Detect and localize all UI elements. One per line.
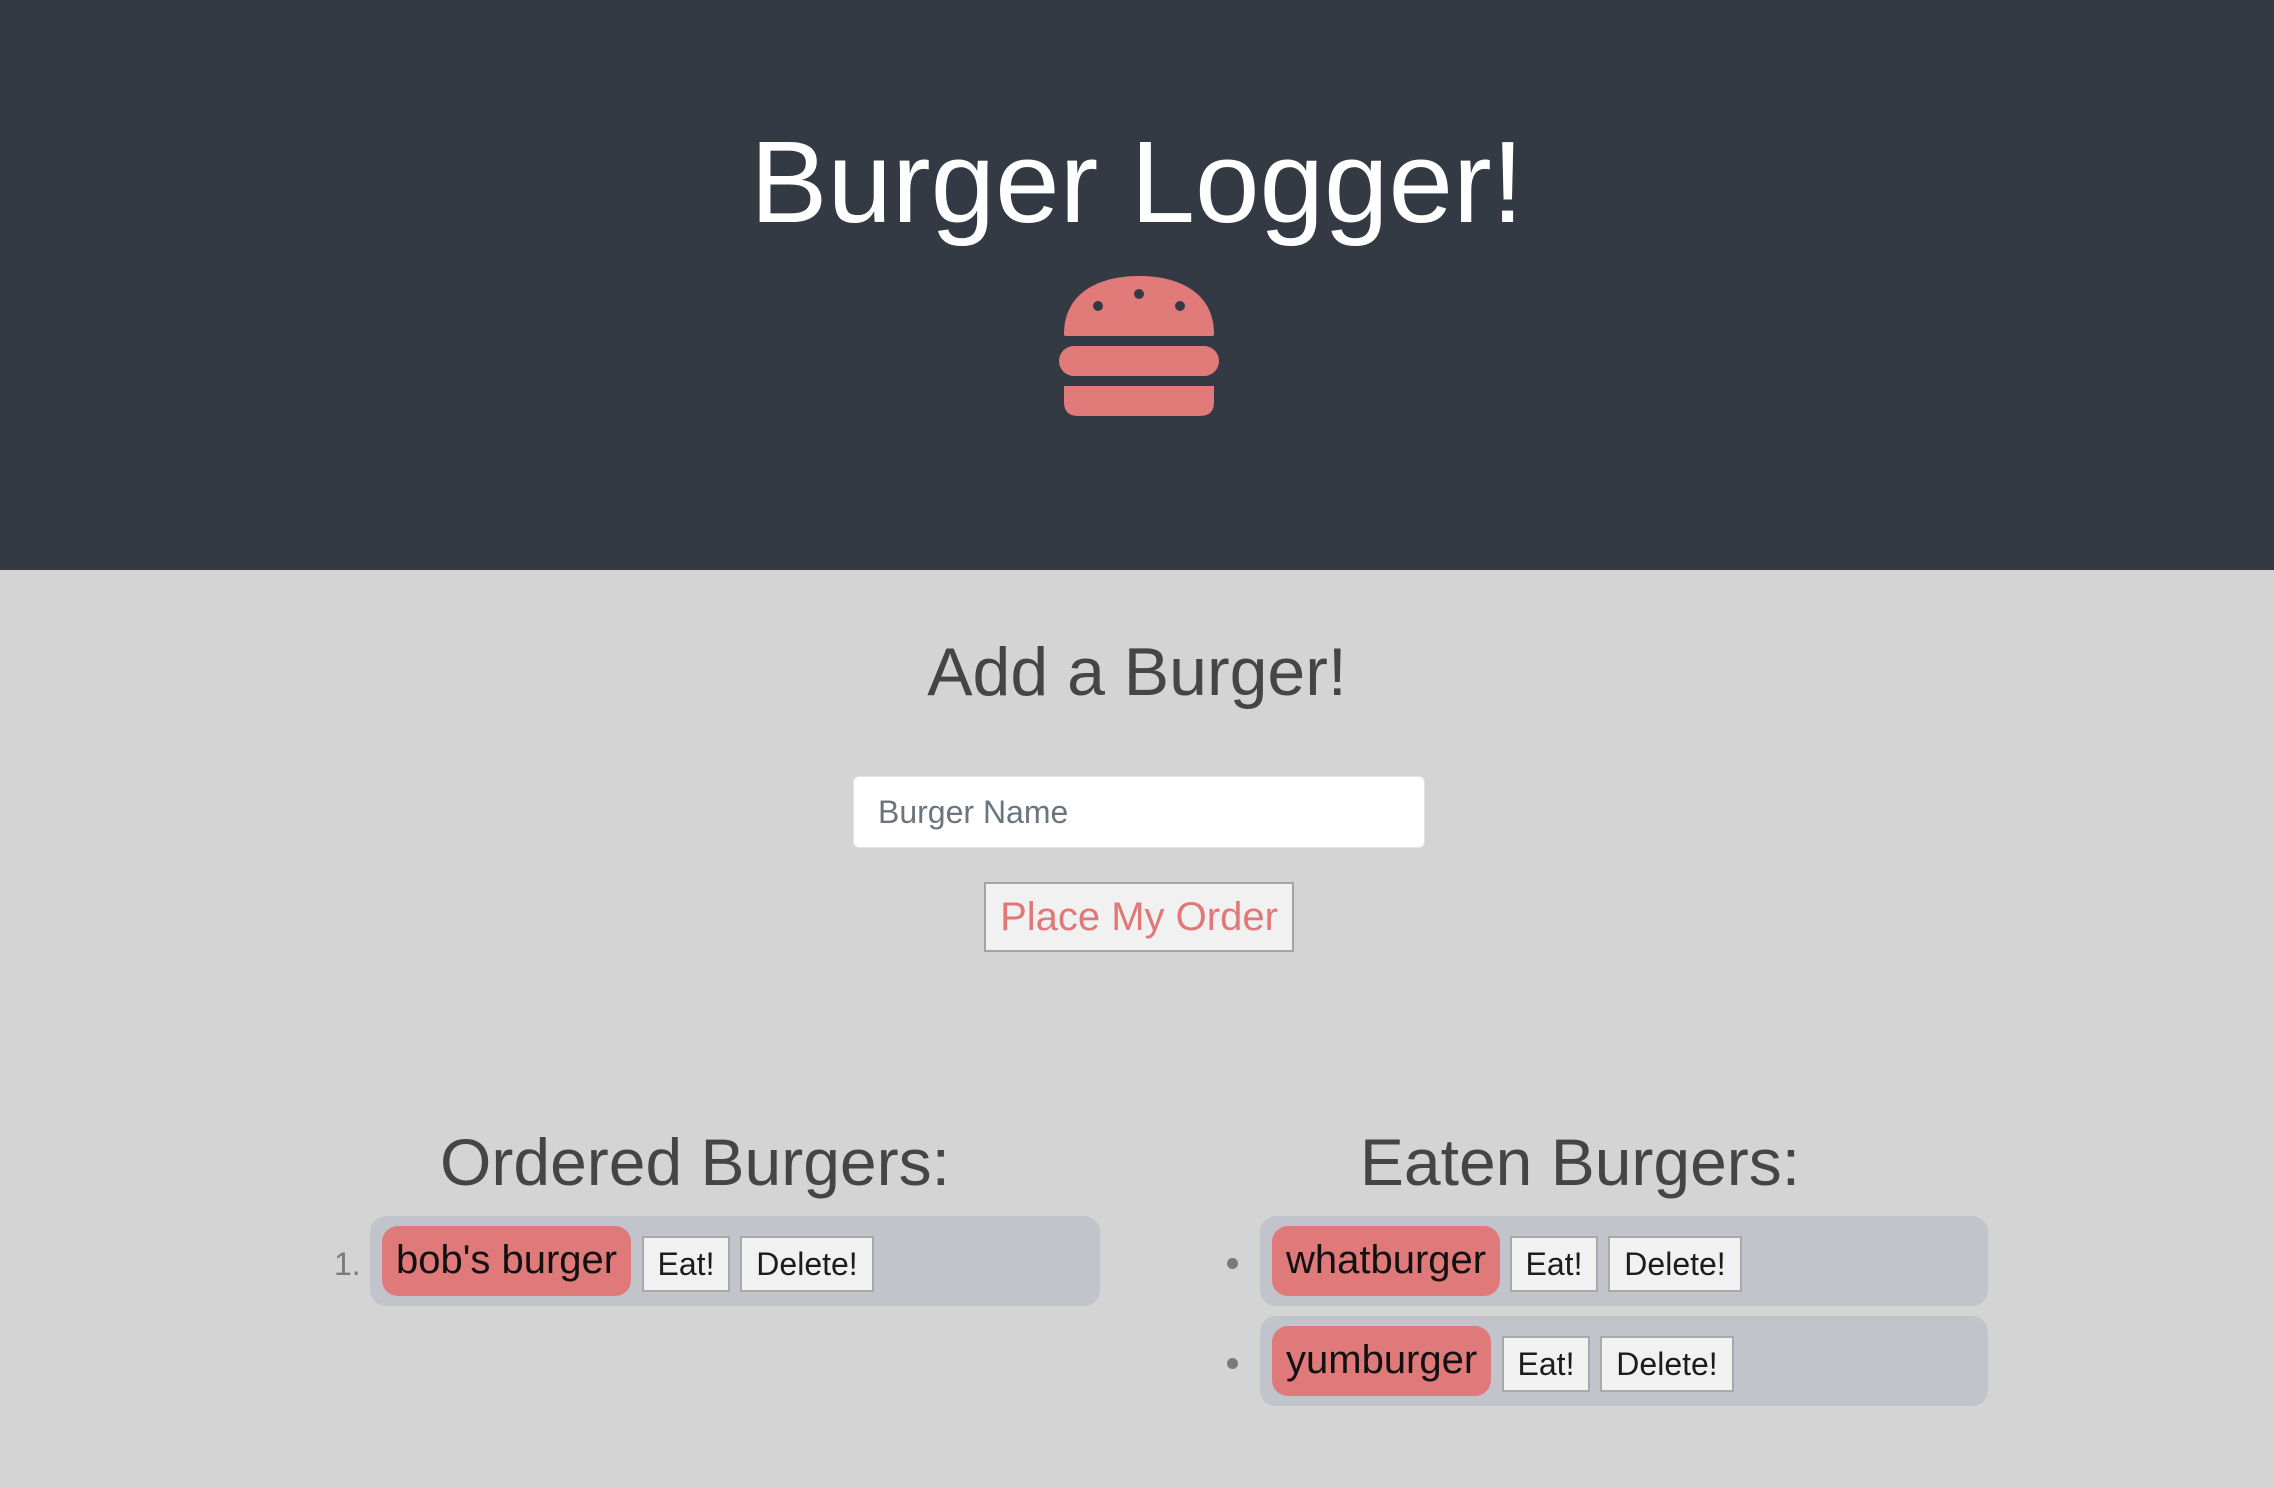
burger-name-tag: whatburger xyxy=(1272,1226,1501,1296)
eaten-burgers-heading: Eaten Burgers: xyxy=(1359,1125,1801,1199)
list-number: 1. xyxy=(334,1246,361,1282)
page-title: Burger Logger! xyxy=(750,117,1524,247)
delete-button[interactable]: Delete! xyxy=(740,1236,874,1292)
burger-name-tag: bob's burger xyxy=(382,1226,632,1296)
ordered-burgers-heading: Ordered Burgers: xyxy=(440,1125,950,1199)
ordered-burger-row: bob's burger Eat! Delete! xyxy=(370,1216,1100,1306)
list-bullet xyxy=(1227,1358,1238,1369)
eaten-burger-row: yumburger Eat! Delete! xyxy=(1260,1316,1988,1406)
place-order-button[interactable]: Place My Order xyxy=(984,882,1294,952)
eaten-burger-row: whatburger Eat! Delete! xyxy=(1260,1216,1988,1306)
eat-button[interactable]: Eat! xyxy=(642,1236,730,1292)
delete-button[interactable]: Delete! xyxy=(1600,1336,1734,1392)
burger-icon xyxy=(1059,276,1219,416)
burger-name-input[interactable] xyxy=(853,776,1425,848)
delete-button[interactable]: Delete! xyxy=(1608,1236,1742,1292)
burger-name-tag: yumburger xyxy=(1272,1326,1492,1396)
eat-button[interactable]: Eat! xyxy=(1502,1336,1590,1392)
page-header: Burger Logger! xyxy=(0,0,2274,570)
eat-button[interactable]: Eat! xyxy=(1510,1236,1598,1292)
add-burger-heading: Add a Burger! xyxy=(927,634,1347,710)
list-bullet xyxy=(1227,1258,1238,1269)
